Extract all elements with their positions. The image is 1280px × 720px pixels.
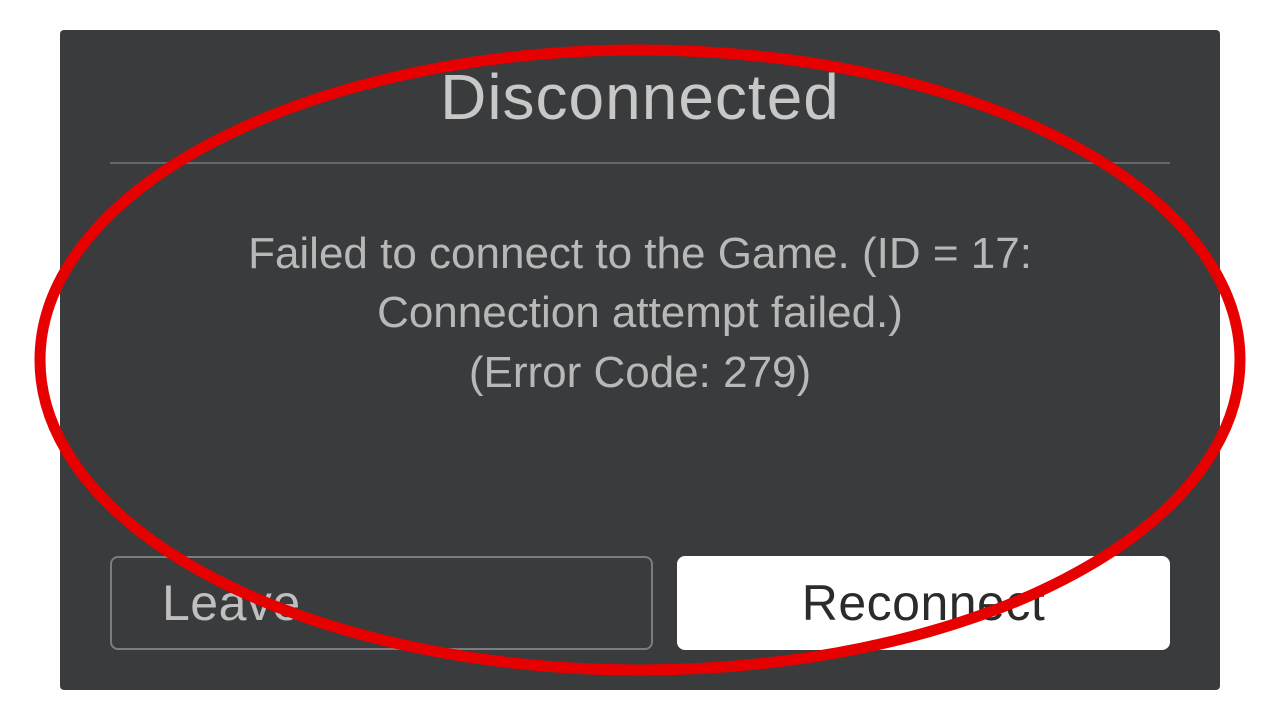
- dialog-title: Disconnected: [110, 60, 1170, 134]
- message-line-3: (Error Code: 279): [469, 348, 811, 397]
- reconnect-button[interactable]: Reconnect: [677, 556, 1170, 650]
- message-line-1: Failed to connect to the Game. (ID = 17:: [248, 229, 1032, 278]
- divider: [110, 162, 1170, 164]
- error-message: Failed to connect to the Game. (ID = 17:…: [110, 224, 1170, 526]
- dialog-buttons: Leave Reconnect: [110, 556, 1170, 650]
- message-line-2: Connection attempt failed.): [377, 288, 903, 337]
- disconnected-dialog: Disconnected Failed to connect to the Ga…: [60, 30, 1220, 690]
- leave-button[interactable]: Leave: [110, 556, 653, 650]
